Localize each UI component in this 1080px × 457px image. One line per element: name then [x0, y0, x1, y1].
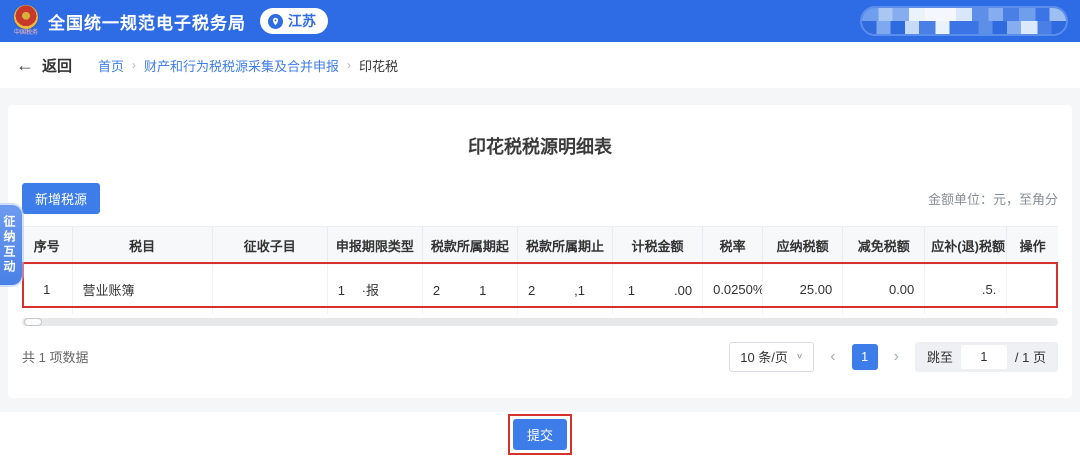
jump-suffix: / 1 页 [1015, 347, 1046, 366]
table-row: 1 营业账簿 1 ·报 2 1 2 ,1 1 .00 0.0250% 25.00… [22, 265, 1058, 314]
toolbar: 新增税源 金额单位：元，至角分 [22, 183, 1058, 214]
breadcrumb-bar: ← 返回 首页 › 财产和行为税税源采集及合并申报 › 印花税 [0, 42, 1080, 88]
col-period-type: 申报期限类型 [327, 227, 422, 265]
prev-page-button[interactable]: ‹ [826, 349, 839, 365]
jump-label: 跳至 [927, 347, 953, 366]
cell-seq: 1 [22, 265, 72, 314]
content-area: 征纳互动 印花税税源明细表 新增税源 金额单位：元，至角分 序号 税目 征收子目 [0, 88, 1080, 412]
col-due: 应补(退)税额 [925, 227, 1007, 265]
breadcrumb-current: 印花税 [359, 56, 398, 75]
cell-tax-base: 1 .00 [613, 265, 703, 314]
logo-caption: 中国税务 [14, 30, 38, 37]
jump-to-page: 跳至 / 1 页 [915, 342, 1058, 372]
breadcrumb-separator-icon: › [347, 58, 351, 72]
col-seq: 序号 [22, 227, 72, 265]
total-count-text: 共 1 项数据 [22, 347, 88, 366]
back-label: 返回 [42, 55, 72, 76]
breadcrumb: 首页 › 财产和行为税税源采集及合并申报 › 印花税 [98, 56, 398, 75]
top-bar: 中国税务 全国统一规范电子税务局 江苏 [0, 0, 1080, 42]
col-tax-base: 计税金额 [613, 227, 703, 265]
amount-unit-note: 金额单位：元，至角分 [928, 189, 1058, 208]
page-size-value: 10 条/页 [740, 347, 788, 366]
scrollbar-thumb[interactable] [24, 318, 42, 326]
region-label: 江苏 [288, 11, 316, 31]
breadcrumb-collection[interactable]: 财产和行为税税源采集及合并申报 [144, 56, 339, 75]
mosaic-pattern [862, 21, 1066, 34]
col-action: 操作 [1007, 227, 1058, 265]
jump-page-input[interactable] [961, 345, 1007, 369]
cell-period-end: 2 ,1 [517, 265, 612, 314]
cell-tax-item: 营业账簿 [72, 265, 212, 314]
page-title: 印花税税源明细表 [22, 105, 1058, 159]
submit-area: 提交 [0, 412, 1080, 457]
chevron-down-icon: ∨ [796, 352, 803, 361]
location-pin-icon [268, 14, 283, 29]
col-period-start: 税款所属期起 [422, 227, 517, 265]
next-page-button[interactable]: › [890, 349, 903, 365]
col-payable: 应纳税额 [763, 227, 843, 265]
cell-due: .5. [925, 265, 1007, 314]
cell-period-type: 1 ·报 [327, 265, 422, 314]
col-sub-item: 征收子目 [212, 227, 327, 265]
back-arrow-icon: ← [16, 56, 34, 74]
col-period-end: 税款所属期止 [517, 227, 612, 265]
cell-sub-item [212, 265, 327, 314]
table-header-row: 序号 税目 征收子目 申报期限类型 税款所属期起 税款所属期止 计税金额 税率 … [22, 227, 1058, 265]
col-rate: 税率 [703, 227, 763, 265]
cell-period-start: 2 1 [422, 265, 517, 314]
page-number-1[interactable]: 1 [852, 344, 878, 370]
horizontal-scrollbar[interactable] [22, 318, 1058, 326]
mosaic-pattern [862, 8, 1066, 21]
interaction-side-tab[interactable]: 征纳互动 [0, 205, 22, 285]
breadcrumb-home[interactable]: 首页 [98, 56, 124, 75]
tax-source-table: 序号 税目 征收子目 申报期限类型 税款所属期起 税款所属期止 计税金额 税率 … [22, 226, 1058, 314]
cell-rate: 0.0250% [703, 265, 763, 314]
page-size-select[interactable]: 10 条/页 ∨ [729, 342, 814, 372]
redacted-user-info [860, 6, 1068, 36]
cell-action: 修改 [1007, 265, 1058, 314]
cell-reduced: 0.00 [843, 265, 925, 314]
national-emblem-icon [14, 5, 38, 29]
red-highlight-box-submit: 提交 [508, 414, 572, 455]
region-selector[interactable]: 江苏 [260, 8, 328, 34]
back-button[interactable]: ← 返回 [16, 55, 72, 76]
add-tax-source-button[interactable]: 新增税源 [22, 183, 100, 214]
col-tax-item: 税目 [72, 227, 212, 265]
submit-button[interactable]: 提交 [513, 419, 567, 450]
breadcrumb-separator-icon: › [132, 58, 136, 72]
app-title: 全国统一规范电子税务局 [48, 9, 246, 34]
table-wrap: 序号 税目 征收子目 申报期限类型 税款所属期起 税款所属期止 计税金额 税率 … [22, 226, 1058, 326]
col-reduced: 减免税额 [843, 227, 925, 265]
cell-payable: 25.00 [763, 265, 843, 314]
table-footer: 共 1 项数据 10 条/页 ∨ ‹ 1 › 跳至 / 1 页 [22, 342, 1058, 372]
detail-card: 印花税税源明细表 新增税源 金额单位：元，至角分 序号 税目 征收子目 申报期限… [8, 105, 1072, 398]
pagination: 10 条/页 ∨ ‹ 1 › 跳至 / 1 页 [729, 342, 1058, 372]
tax-bureau-logo: 中国税务 [14, 5, 38, 37]
